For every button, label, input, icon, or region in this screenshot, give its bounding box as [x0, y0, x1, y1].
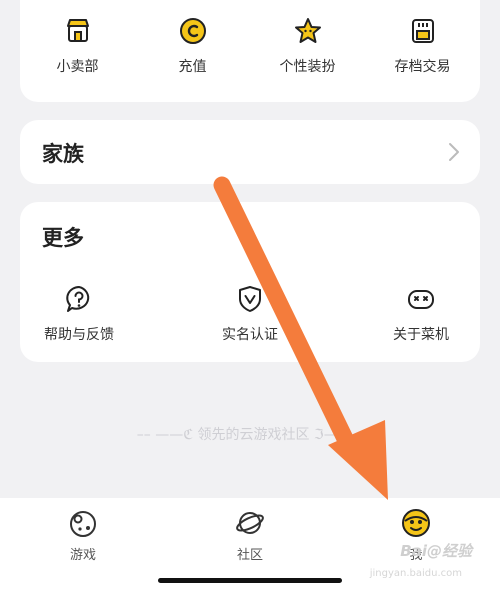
annotation-arrow [213, 176, 388, 500]
